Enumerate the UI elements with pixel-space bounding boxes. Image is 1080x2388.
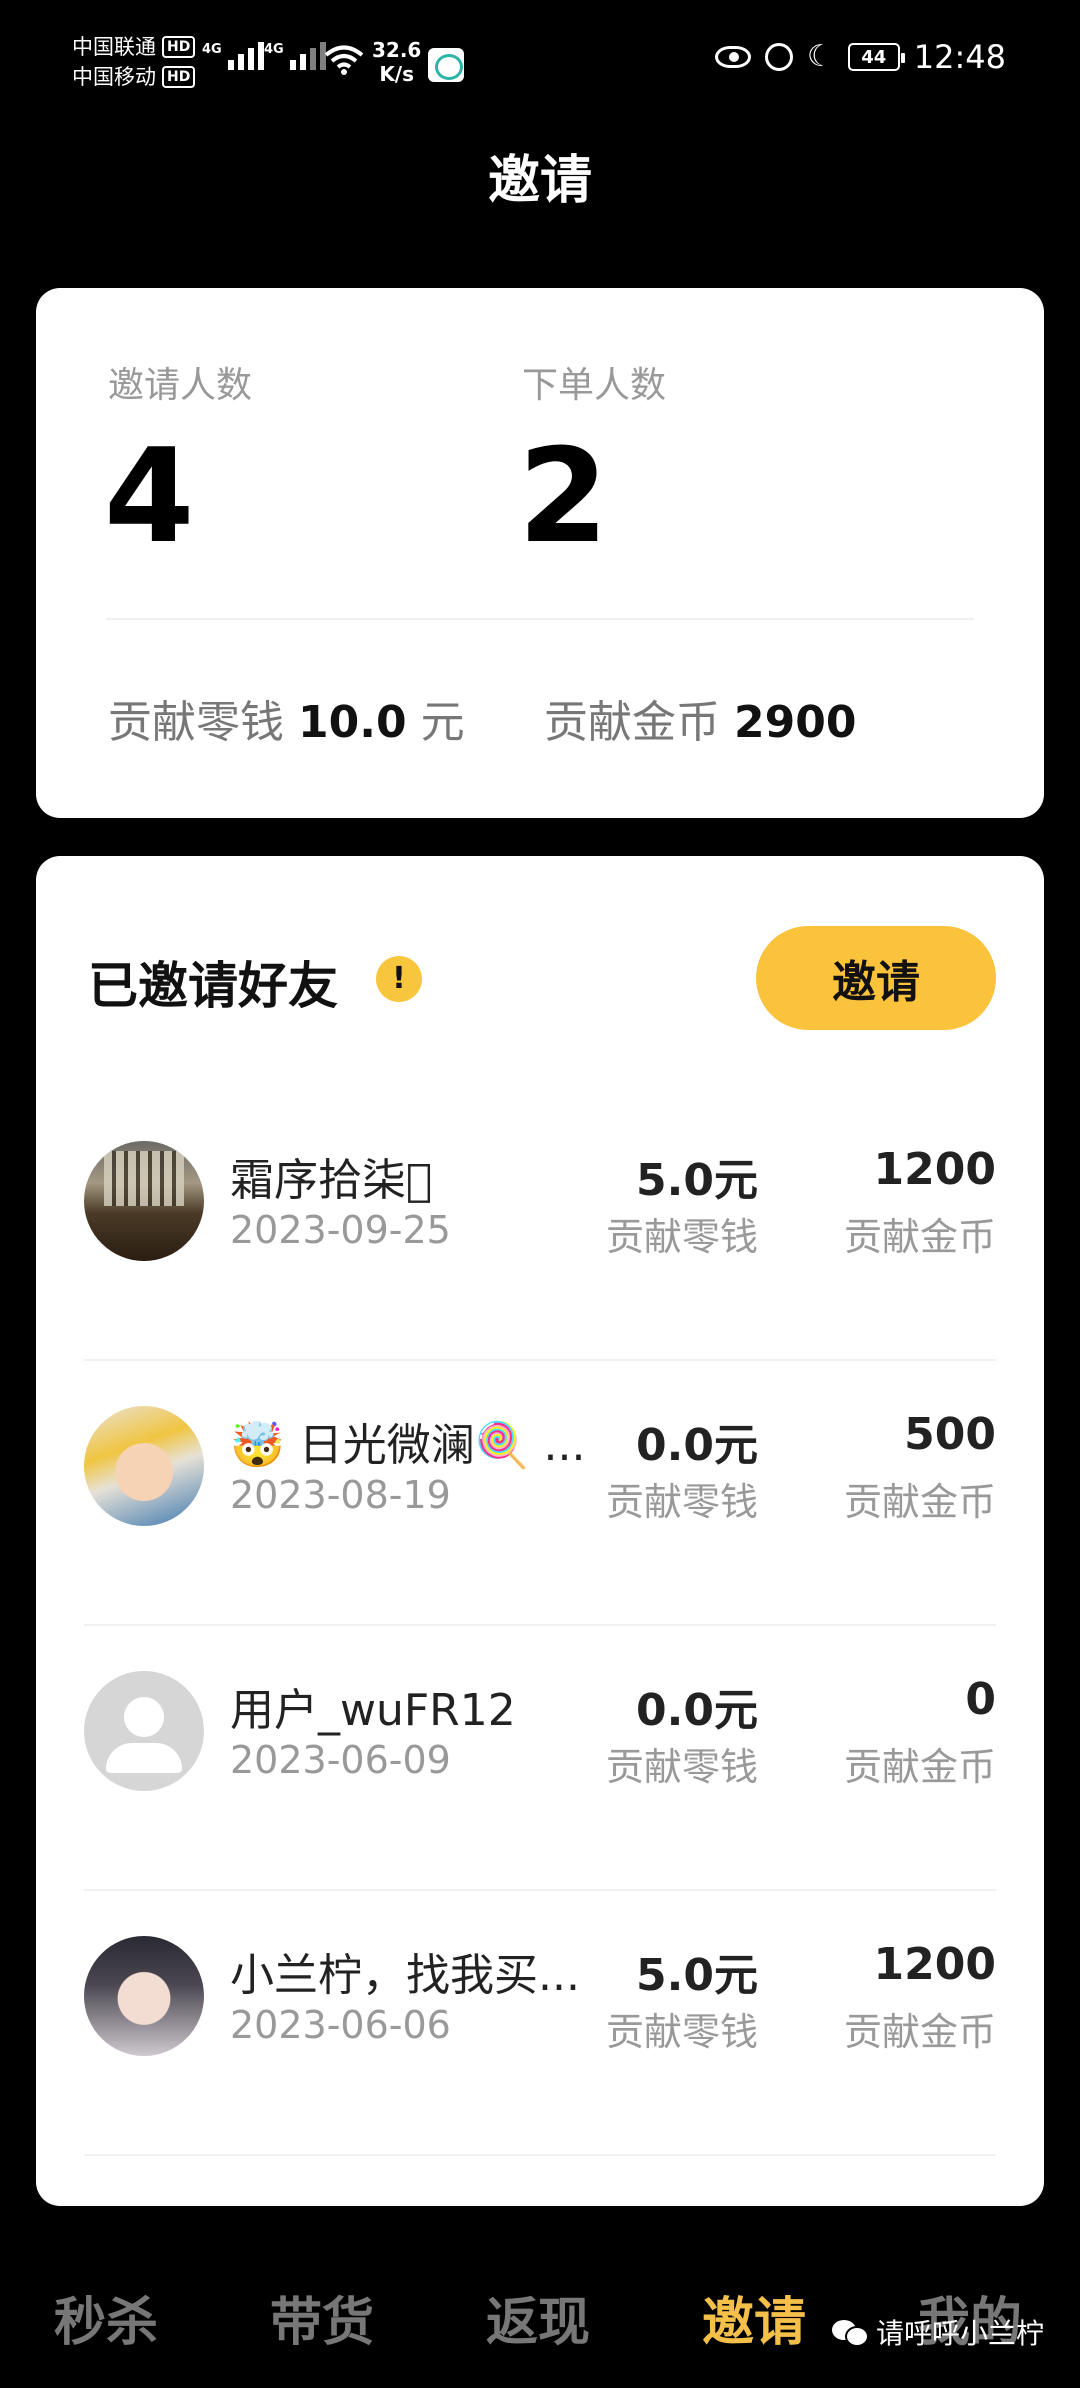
friend-change-value: 5.0元 — [636, 1950, 758, 2001]
moon-icon: ☾ — [806, 39, 834, 74]
friend-name: 霜序拾柒􀀀 — [230, 1155, 433, 1206]
page-title: 邀请 — [487, 151, 592, 211]
carrier-info: 中国联通 HD 中国移动 HD — [72, 32, 196, 92]
avatar — [84, 1936, 204, 2056]
invite-button[interactable]: 邀请 — [756, 926, 996, 1030]
avatar — [84, 1406, 204, 1526]
invited-friends-title: 已邀请好友 — [88, 957, 338, 1015]
friend-coins-label: 贡献金币 — [843, 1480, 996, 1524]
list-item[interactable]: 🤯 日光微澜🍭 ... 2023-08-19 0.0元 贡献零钱 500 贡献金… — [84, 1361, 996, 1626]
info-icon[interactable]: ! — [376, 956, 422, 1002]
clock: 12:48 — [913, 38, 1006, 76]
tab-seckill[interactable]: 秒杀 — [54, 2280, 158, 2355]
hd-badge: HD — [162, 66, 196, 88]
friend-name: 🤯 日光微澜🍭 ... — [230, 1420, 586, 1471]
contributed-coins: 贡献金币 2900 — [544, 697, 857, 748]
battery-icon: 44 — [847, 43, 905, 71]
friend-coins-value: 0 — [965, 1674, 996, 1725]
network-speed: 32.6 K/s — [372, 38, 422, 86]
friend-date: 2023-09-25 — [230, 1208, 451, 1252]
friend-change-label: 贡献零钱 — [605, 1215, 758, 1259]
list-item[interactable]: 用户_wuFR12 2023-06-09 0.0元 贡献零钱 0 贡献金币 — [84, 1626, 996, 1891]
carrier-1: 中国联通 — [72, 35, 156, 59]
wechat-icon — [831, 2318, 869, 2347]
friend-change-label: 贡献零钱 — [605, 1480, 758, 1524]
friend-change-value: 0.0元 — [636, 1685, 758, 1736]
friend-coins-label: 贡献金币 — [843, 2010, 996, 2054]
friend-coins-value: 1200 — [873, 1144, 996, 1195]
friend-coins-label: 贡献金币 — [843, 1215, 996, 1259]
bottom-nav: 秒杀 带货 返现 邀请 我的 — [0, 2206, 1080, 2388]
default-avatar-icon — [84, 1671, 204, 1791]
tab-invite[interactable]: 邀请 — [702, 2280, 806, 2355]
friend-change-label: 贡献零钱 — [605, 1745, 758, 1789]
signal-icon: 4G — [264, 42, 326, 70]
watermark-text: 请呼呼小兰柠 — [875, 2317, 1044, 2350]
wifi-icon — [324, 45, 364, 75]
status-bar: 中国联通 HD 中国移动 HD 4G 4G 32.6 K/s ☾ 44 12:48 — [0, 0, 1080, 130]
friend-name: 用户_wuFR12 — [230, 1685, 516, 1736]
friend-coins-value: 500 — [904, 1409, 996, 1460]
friend-change-value: 5.0元 — [636, 1155, 758, 1206]
summary-card: 邀请人数 4 下单人数 2 贡献零钱 10.0 元 贡献金币 2900 — [36, 288, 1044, 818]
friend-date: 2023-06-06 — [230, 2003, 451, 2047]
carrier-2: 中国移动 — [72, 65, 156, 89]
list-item[interactable]: 霜序拾柒􀀀 2023-09-25 5.0元 贡献零钱 1200 贡献金币 — [84, 1096, 996, 1361]
divider — [84, 2154, 996, 2156]
watermark: 请呼呼小兰柠 — [831, 2312, 1044, 2352]
friend-coins-label: 贡献金币 — [843, 1745, 996, 1789]
invited-count-label: 邀请人数 — [108, 365, 253, 406]
friend-change-value: 0.0元 — [636, 1420, 758, 1471]
signal-icon: 4G — [202, 42, 264, 70]
friend-change-label: 贡献零钱 — [605, 2010, 758, 2054]
tab-selling[interactable]: 带货 — [270, 2280, 374, 2355]
friend-date: 2023-06-09 — [230, 1738, 451, 1782]
friend-coins-value: 1200 — [873, 1939, 996, 1990]
friend-name: 小兰柠，找我买... — [230, 1950, 580, 2001]
status-icons: ☾ 44 12:48 — [714, 38, 1006, 76]
ordered-count-value: 2 — [518, 420, 609, 572]
tab-cashback[interactable]: 返现 — [486, 2280, 590, 2355]
notification-app-icon — [428, 48, 464, 82]
friend-date: 2023-08-19 — [230, 1473, 451, 1517]
divider — [106, 618, 974, 620]
avatar — [84, 1141, 204, 1261]
ordered-count-label: 下单人数 — [522, 365, 667, 406]
hd-badge: HD — [162, 36, 196, 58]
invited-count-value: 4 — [104, 420, 195, 572]
invited-friends-card: 已邀请好友 ! 邀请 霜序拾柒􀀀 2023-09-25 5.0元 贡献零钱 12… — [36, 856, 1044, 2206]
alarm-icon — [764, 43, 793, 71]
list-item[interactable]: 小兰柠，找我买... 2023-06-06 5.0元 贡献零钱 1200 贡献金… — [84, 1891, 996, 2156]
eye-icon — [714, 46, 751, 68]
contributed-change: 贡献零钱 10.0 元 — [108, 697, 465, 748]
